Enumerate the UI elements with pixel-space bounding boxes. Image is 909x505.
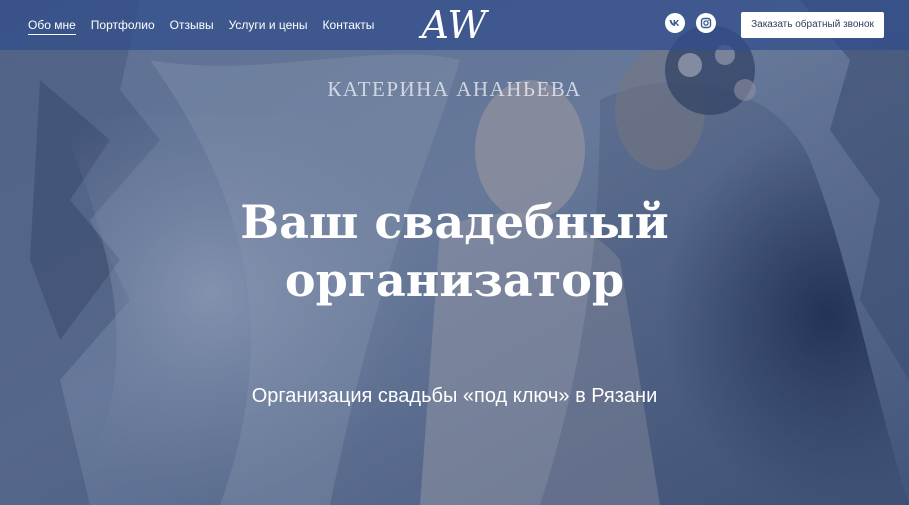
hero-headline-line-2: организатор — [284, 253, 625, 307]
aw-logo[interactable]: AW — [404, 2, 504, 48]
nav-item-services-prices[interactable]: Услуги и цены — [229, 18, 308, 35]
nav-item-reviews[interactable]: Отзывы — [170, 18, 214, 35]
organizer-name: КАТЕРИНА АНАНЬЕВА — [327, 77, 582, 101]
nav-item-portfolio[interactable]: Портфолио — [91, 18, 155, 35]
hero-headline: Ваш свадебный организатор — [0, 193, 909, 309]
hero-section: Обо мне Портфолио Отзывы Услуги и цены К… — [0, 0, 909, 505]
nav-item-contacts[interactable]: Контакты — [323, 18, 375, 35]
vk-icon[interactable] — [665, 13, 685, 33]
nav-links: Обо мне Портфолио Отзывы Услуги и цены К… — [28, 18, 389, 35]
nav-item-about[interactable]: Обо мне — [28, 18, 76, 35]
hero-headline-line-1: Ваш свадебный — [240, 195, 669, 249]
top-navbar: Обо мне Портфолио Отзывы Услуги и цены К… — [0, 0, 909, 50]
hero-subtitle: Организация свадьбы «под ключ» в Рязани — [251, 385, 658, 407]
callback-request-button[interactable]: Заказать обратный звонок — [741, 12, 884, 38]
logo-text: AW — [419, 3, 490, 47]
instagram-icon[interactable] — [696, 13, 716, 33]
